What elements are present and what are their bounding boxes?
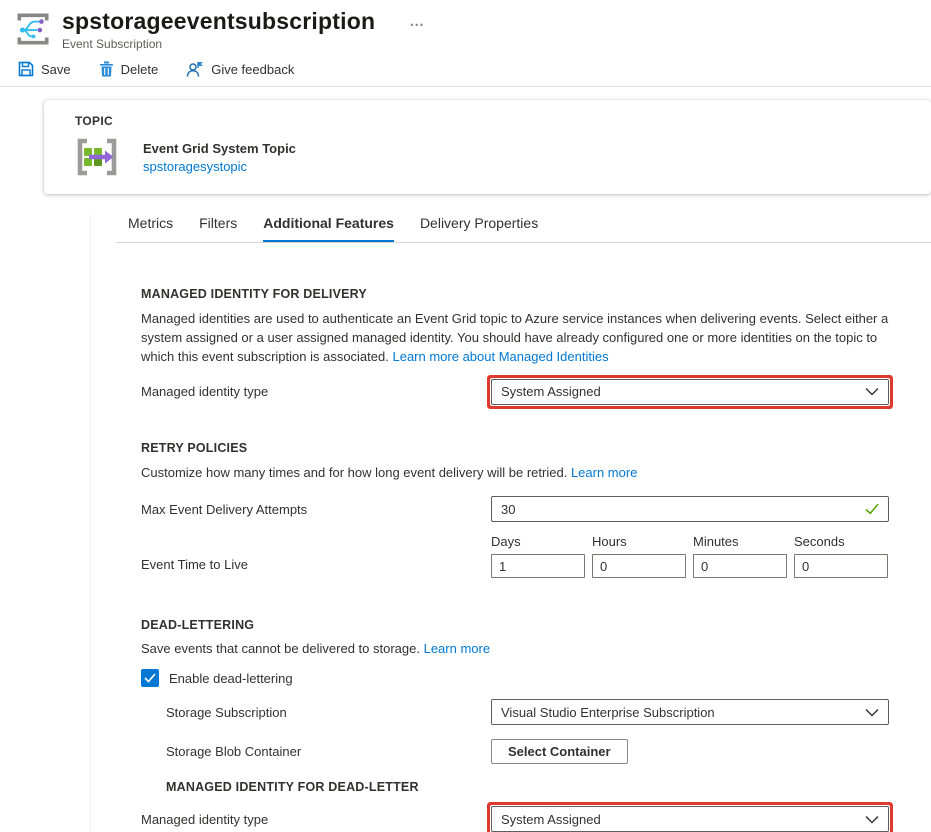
event-ttl-label: Event Time to Live xyxy=(141,557,491,578)
max-delivery-attempts-field xyxy=(491,496,889,522)
event-subscription-icon xyxy=(14,10,52,48)
topic-card: TOPIC Event Grid System Topic spstorages… xyxy=(44,100,931,194)
save-label: Save xyxy=(41,62,71,77)
topic-type: Event Grid System Topic xyxy=(143,141,296,156)
managed-identity-type-row: Managed identity type System Assigned xyxy=(141,379,889,405)
delete-button[interactable]: Delete xyxy=(99,61,159,77)
ttl-hours-label: Hours xyxy=(592,534,686,549)
event-ttl-row: Event Time to Live Days Hours Minutes Se… xyxy=(141,534,889,578)
max-delivery-attempts-input[interactable] xyxy=(501,502,865,517)
feedback-person-icon xyxy=(186,61,204,77)
chevron-down-icon xyxy=(865,387,879,396)
ttl-hours-input[interactable] xyxy=(592,554,686,578)
tab-filters[interactable]: Filters xyxy=(199,215,237,242)
topic-card-label: TOPIC xyxy=(75,114,931,128)
ttl-minutes-label: Minutes xyxy=(693,534,787,549)
tab-content-panel: Metrics Filters Additional Features Deli… xyxy=(90,215,931,832)
tab-additional-features[interactable]: Additional Features xyxy=(263,215,394,242)
select-container-button[interactable]: Select Container xyxy=(491,739,628,764)
tab-metrics[interactable]: Metrics xyxy=(128,215,173,242)
storage-subscription-dropdown[interactable]: Visual Studio Enterprise Subscription xyxy=(491,699,889,725)
more-options-button[interactable]: … xyxy=(405,12,428,31)
tab-bar: Metrics Filters Additional Features Deli… xyxy=(128,215,931,242)
ttl-minutes-input[interactable] xyxy=(693,554,787,578)
tabs-divider xyxy=(116,242,931,243)
managed-identity-delivery-description: Managed identities are used to authentic… xyxy=(141,310,897,367)
event-grid-system-topic-icon xyxy=(75,135,119,179)
retry-policies-description: Customize how many times and for how lon… xyxy=(141,464,897,483)
annotation-highlight: System Assigned xyxy=(491,806,889,832)
command-bar: Save Delete Give feedback xyxy=(0,51,931,86)
save-button[interactable]: Save xyxy=(18,61,71,77)
chevron-down-icon xyxy=(865,815,879,824)
section-managed-identity-delivery-title: MANAGED IDENTITY FOR DELIVERY xyxy=(141,287,931,301)
section-dead-lettering-title: DEAD-LETTERING xyxy=(141,618,931,632)
give-feedback-button[interactable]: Give feedback xyxy=(186,61,294,77)
annotation-highlight: System Assigned xyxy=(491,379,889,405)
valid-check-icon xyxy=(865,503,879,515)
storage-subscription-label: Storage Subscription xyxy=(166,705,491,720)
enable-dead-lettering-row: Enable dead-lettering xyxy=(141,669,931,687)
toolbar-divider xyxy=(0,86,931,87)
max-delivery-attempts-row: Max Event Delivery Attempts xyxy=(141,496,889,522)
ttl-days-label: Days xyxy=(491,534,585,549)
page-title: spstorageeventsubscription xyxy=(62,8,375,35)
enable-dead-lettering-label: Enable dead-lettering xyxy=(169,671,293,686)
page-subtitle: Event Subscription xyxy=(62,37,428,51)
retry-learn-more-link[interactable]: Learn more xyxy=(571,465,637,480)
ttl-seconds-input[interactable] xyxy=(794,554,888,578)
chevron-down-icon xyxy=(865,708,879,717)
give-feedback-label: Give feedback xyxy=(211,62,294,77)
ttl-seconds-label: Seconds xyxy=(794,534,888,549)
enable-dead-lettering-checkbox[interactable] xyxy=(141,669,159,687)
check-icon xyxy=(144,673,156,683)
ttl-days-input[interactable] xyxy=(491,554,585,578)
max-delivery-attempts-label: Max Event Delivery Attempts xyxy=(141,502,491,517)
managed-identity-type-label: Managed identity type xyxy=(141,384,491,399)
deadletter-identity-type-row: Managed identity type System Assigned xyxy=(141,806,889,832)
deadletter-identity-type-label: Managed identity type xyxy=(141,812,491,827)
trash-icon xyxy=(99,61,114,77)
dead-lettering-learn-more-link[interactable]: Learn more xyxy=(424,641,490,656)
section-managed-identity-deadletter-title: MANAGED IDENTITY FOR DEAD-LETTER xyxy=(166,780,931,794)
delete-label: Delete xyxy=(121,62,159,77)
storage-blob-container-row: Storage Blob Container Select Container xyxy=(141,739,889,764)
tab-delivery-properties[interactable]: Delivery Properties xyxy=(420,215,538,242)
deadletter-identity-type-dropdown[interactable]: System Assigned xyxy=(491,806,889,832)
section-retry-policies-title: RETRY POLICIES xyxy=(141,441,931,455)
managed-identity-type-dropdown[interactable]: System Assigned xyxy=(491,379,889,405)
learn-more-managed-identities-link[interactable]: Learn more about Managed Identities xyxy=(392,349,608,364)
dead-lettering-description: Save events that cannot be delivered to … xyxy=(141,640,897,659)
storage-blob-container-label: Storage Blob Container xyxy=(166,744,491,759)
save-icon xyxy=(18,61,34,77)
page-header: spstorageeventsubscription … Event Subsc… xyxy=(0,0,931,51)
topic-name-link[interactable]: spstoragesystopic xyxy=(143,159,296,174)
storage-subscription-row: Storage Subscription Visual Studio Enter… xyxy=(141,699,889,725)
